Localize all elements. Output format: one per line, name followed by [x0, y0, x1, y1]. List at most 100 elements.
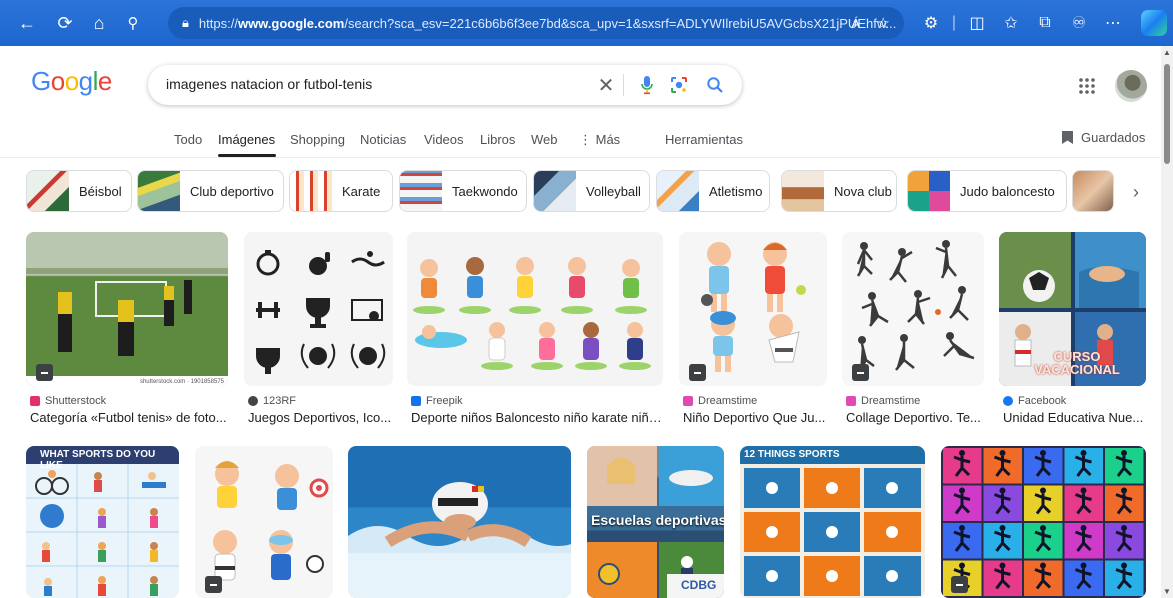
athlete-head: [1040, 450, 1046, 456]
favorite-star-icon[interactable]: ☆: [877, 14, 890, 32]
result-card[interactable]: Escuelas deportivas CDBG: [587, 446, 724, 598]
chevron-right-icon[interactable]: ›: [1122, 180, 1150, 204]
result-card[interactable]: [941, 446, 1146, 598]
google-apps-icon[interactable]: [1079, 78, 1095, 99]
result-card[interactable]: WHAT SPORTS DO YOU LIKE: [26, 446, 179, 598]
url-host: www.google.com: [237, 15, 345, 31]
athlete-head: [1121, 525, 1127, 531]
chip-club-deportivo[interactable]: Club deportivo: [137, 170, 284, 212]
home-icon[interactable]: ⌂: [84, 0, 114, 46]
chip-karate[interactable]: Karate: [289, 170, 393, 212]
chip-label: Taekwondo: [452, 183, 518, 199]
result-title[interactable]: Juegos Deportivos, Ico...: [248, 410, 393, 425]
athlete-head: [959, 487, 965, 494]
chip-judo-baloncesto[interactable]: Judo baloncesto: [907, 170, 1067, 212]
result-source[interactable]: Dreamstime: [846, 395, 920, 407]
extensions-icon[interactable]: ⚙: [914, 0, 948, 46]
result-source[interactable]: Facebook: [1003, 395, 1066, 407]
google-logo[interactable]: Google: [31, 66, 112, 97]
scrollbar-thumb[interactable]: [1164, 64, 1170, 164]
refresh-icon[interactable]: ⟳: [50, 0, 80, 46]
copilot-icon[interactable]: [1141, 10, 1167, 36]
split-screen-icon[interactable]: ◫: [960, 0, 994, 46]
result-image[interactable]: [842, 232, 984, 386]
page-scrollbar[interactable]: ▲ ▼: [1161, 46, 1173, 598]
athlete-head: [1080, 450, 1087, 456]
result-title[interactable]: Niño Deportivo Que Ju...: [683, 410, 827, 425]
address-bar[interactable]: 🔒︎ https://www.google.com/search?sca_esv…: [168, 7, 904, 39]
tab-imagenes[interactable]: Imágenes: [218, 132, 275, 147]
image-type-icon: [951, 576, 968, 593]
tab-libros[interactable]: Libros: [480, 132, 515, 147]
tab-shopping[interactable]: Shopping: [290, 132, 345, 147]
chip-thumbnail: [782, 171, 824, 211]
browser-toolbar: ← ⟳ ⌂ ⚲ 🔒︎ https://www.google.com/search…: [0, 0, 1173, 46]
result-title[interactable]: Categoría «Futbol tenis» de foto...: [30, 410, 228, 425]
result-card[interactable]: [195, 446, 333, 598]
toolbar-divider: |: [951, 14, 957, 31]
result-source[interactable]: Freepik: [411, 395, 463, 407]
result-source[interactable]: Shutterstock: [30, 395, 106, 407]
result-title[interactable]: Collage Deportivo. Te...: [846, 410, 984, 425]
scroll-down-icon[interactable]: ▼: [1163, 587, 1171, 596]
result-image[interactable]: [407, 232, 663, 386]
result-title[interactable]: Unidad Educativa Nue...: [1003, 410, 1146, 425]
search-query[interactable]: imagenes natacion or futbol-tenis: [166, 76, 372, 92]
result-title[interactable]: Deporte niños Baloncesto niño karate niñ…: [411, 410, 663, 425]
lens-icon[interactable]: [664, 65, 694, 105]
result-card[interactable]: shutterstock.com · 1901858575 Shuttersto…: [26, 232, 228, 428]
result-image[interactable]: WHAT SPORTS DO YOU LIKE: [26, 446, 179, 598]
result-card[interactable]: 12 THINGS SPORTS: [740, 446, 925, 598]
account-avatar[interactable]: [1115, 70, 1147, 102]
chip-taekwondo[interactable]: Taekwondo: [399, 170, 527, 212]
read-aloud-icon[interactable]: Á: [851, 16, 860, 31]
scroll-up-icon[interactable]: ▲: [1163, 48, 1171, 57]
chip-thumbnail: [138, 171, 180, 211]
tools-button[interactable]: Herramientas: [665, 132, 743, 147]
search-box[interactable]: imagenes natacion or futbol-tenis ✕: [148, 65, 742, 105]
chip-label: Volleyball: [586, 183, 641, 199]
result-image[interactable]: shutterstock.com · 1901858575: [26, 232, 228, 386]
collections-icon[interactable]: ⧉: [1028, 0, 1062, 46]
result-card[interactable]: CURSO VACACIONAL Facebook Unidad Educati…: [999, 232, 1146, 428]
result-image[interactable]: [244, 232, 393, 386]
result-card[interactable]: [348, 446, 571, 598]
result-image[interactable]: Escuelas deportivas CDBG: [587, 446, 724, 598]
result-image[interactable]: 12 THINGS SPORTS: [740, 446, 925, 598]
performance-icon[interactable]: ♾: [1062, 0, 1096, 46]
tab-noticias[interactable]: Noticias: [360, 132, 406, 147]
tab-mas[interactable]: ⋮ Más: [579, 132, 620, 148]
voice-search-icon[interactable]: [632, 65, 662, 105]
result-image[interactable]: [679, 232, 827, 386]
result-card[interactable]: Dreamstime Niño Deportivo Que Ju...: [679, 232, 827, 428]
saved-link[interactable]: Guardados: [1062, 130, 1145, 145]
search-submit-icon[interactable]: [700, 65, 730, 105]
athlete-head: [999, 562, 1006, 569]
chip-volleyball[interactable]: Volleyball: [533, 170, 650, 212]
result-card[interactable]: 123RF Juegos Deportivos, Ico...: [244, 232, 393, 428]
result-card[interactable]: Freepik Deporte niños Baloncesto niño ka…: [407, 232, 663, 428]
chip-beisbol[interactable]: Béisbol: [26, 170, 132, 212]
more-options-icon[interactable]: ⋯: [1096, 0, 1130, 46]
logo-letter: o: [64, 66, 79, 96]
source-favicon: [1003, 396, 1013, 406]
search-icon[interactable]: ⚲: [118, 0, 148, 46]
favorites-icon[interactable]: ✩: [994, 0, 1028, 46]
chip-label: Judo baloncesto: [960, 183, 1055, 199]
result-source[interactable]: 123RF: [248, 395, 296, 407]
chip-atletismo[interactable]: Atletismo: [656, 170, 770, 212]
result-source[interactable]: Dreamstime: [683, 395, 757, 407]
clear-icon[interactable]: ✕: [591, 65, 621, 105]
result-image[interactable]: [348, 446, 571, 598]
tab-todo[interactable]: Todo: [174, 132, 202, 147]
result-card[interactable]: Dreamstime Collage Deportivo. Te...: [842, 232, 984, 428]
image-logo-text: CDBG: [681, 578, 717, 592]
sports-infographic: [744, 468, 921, 596]
result-image[interactable]: CURSO VACACIONAL: [999, 232, 1146, 386]
back-arrow-icon[interactable]: ←: [12, 0, 42, 46]
chip-nova-club[interactable]: Nova club: [781, 170, 897, 212]
chip-more[interactable]: [1072, 170, 1114, 212]
result-image[interactable]: [941, 446, 1146, 598]
tab-videos[interactable]: Videos: [424, 132, 464, 147]
tab-web[interactable]: Web: [531, 132, 558, 147]
